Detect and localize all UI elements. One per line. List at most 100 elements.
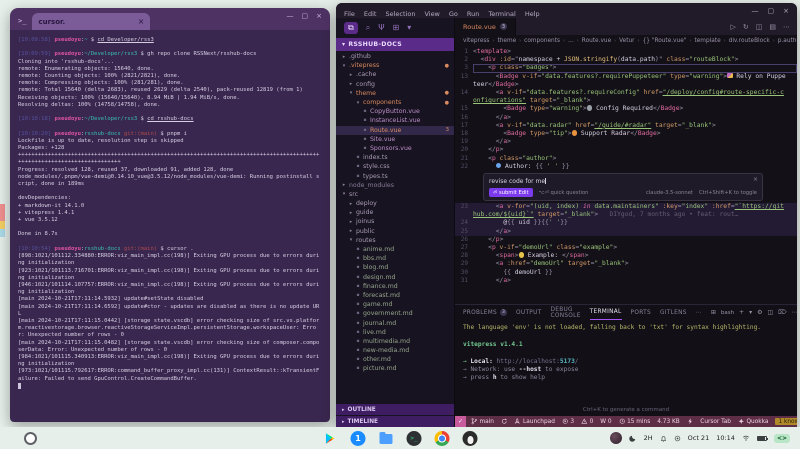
code-line[interactable]: 26 </p> bbox=[455, 236, 797, 244]
tree-item-.github[interactable]: ▸.github bbox=[336, 52, 454, 61]
vscode-shelf-badge[interactable]: <> bbox=[774, 434, 790, 443]
breadcrumb-item[interactable]: Vetur bbox=[619, 38, 634, 44]
tree-item-live.md[interactable]: ▪live.md bbox=[336, 328, 454, 337]
tree-item-finance.md[interactable]: ▪finance.md bbox=[336, 282, 454, 291]
run-icon[interactable]: ▷ bbox=[730, 23, 735, 31]
status-item-sync[interactable] bbox=[501, 418, 508, 425]
app-linux-penguin-icon[interactable] bbox=[463, 431, 478, 446]
new-terminal-icon[interactable]: + bbox=[739, 309, 744, 316]
tree-item-CopyButton.vue[interactable]: ▪CopyButton.vue bbox=[336, 107, 454, 116]
code-line[interactable]: 19 </a> bbox=[455, 138, 797, 146]
breadcrumb-item[interactable]: components bbox=[524, 38, 560, 44]
integrated-terminal[interactable]: The language 'env' is not loaded, fallin… bbox=[455, 320, 797, 405]
panel-tab-output[interactable]: OUTPUT bbox=[516, 305, 541, 320]
breadcrumb-item[interactable]: theme bbox=[497, 38, 516, 44]
code-line[interactable]: 29 <a :href="demoUrl" target="_blank"> bbox=[455, 260, 797, 268]
tree-item-Site.vue[interactable]: ▪Site.vue bbox=[336, 135, 454, 144]
code-line[interactable]: 20 </p> bbox=[455, 146, 797, 154]
app-play-store-icon[interactable] bbox=[323, 431, 338, 446]
terminal-titlebar[interactable]: >_ cursor. × —▢× bbox=[10, 8, 330, 30]
panel-tab-⋯[interactable]: ⋯ bbox=[696, 305, 702, 320]
tree-item-components[interactable]: ▾components● bbox=[336, 98, 454, 107]
tree-item-government.md[interactable]: ▪government.md bbox=[336, 309, 454, 318]
close-icon[interactable]: × bbox=[783, 7, 789, 15]
terminal-tab-close-icon[interactable]: × bbox=[138, 17, 145, 26]
more-actions-icon[interactable]: ⋯ bbox=[783, 23, 790, 31]
tree-item-types.ts[interactable]: ▪types.ts bbox=[336, 171, 454, 180]
code-line[interactable]: 17 <a v-if="data.radar" href="/guide/#ra… bbox=[455, 122, 797, 130]
section-timeline[interactable]: ▸TIMELINE bbox=[336, 416, 454, 427]
tree-item-theme[interactable]: ▾theme● bbox=[336, 89, 454, 98]
minimize-icon[interactable]: — bbox=[752, 7, 759, 15]
tree-item-other.md[interactable]: ▪other.md bbox=[336, 355, 454, 364]
inline-ai-chat-widget[interactable]: ×revise code for me⏎ submit Edit⌥⏎ quick… bbox=[483, 173, 763, 201]
close-icon[interactable]: × bbox=[316, 12, 322, 20]
chevron-down-icon[interactable]: ▾ bbox=[407, 24, 411, 32]
tree-item-Route.vue[interactable]: ▪Route.vue3 bbox=[336, 126, 454, 135]
status-item-cursor-tab[interactable]: Cursor Tab bbox=[700, 419, 731, 425]
code-line[interactable]: 3 <p class="badges"> bbox=[455, 64, 797, 72]
layout-icon[interactable]: ▤ bbox=[769, 23, 776, 31]
minimize-icon[interactable]: — bbox=[287, 12, 294, 20]
menu-terminal[interactable]: Terminal bbox=[488, 10, 515, 18]
status-item-0[interactable]: 0 bbox=[581, 418, 593, 425]
status-item-3[interactable]: 3 bbox=[562, 418, 574, 425]
ai-chat-input[interactable]: revise code for me bbox=[489, 177, 757, 188]
menu-help[interactable]: Help bbox=[525, 10, 540, 18]
code-line[interactable]: 18 <Badge type="tip"> Support Radar</Bad… bbox=[455, 130, 797, 138]
panel-tab-terminal[interactable]: TERMINAL bbox=[590, 305, 622, 320]
submit-edit-button[interactable]: ⏎ submit Edit bbox=[489, 188, 533, 197]
tree-item-design.md[interactable]: ▪design.md bbox=[336, 273, 454, 282]
maximize-icon[interactable]: ▢ bbox=[768, 7, 775, 15]
explorer-project-header[interactable]: ▾ RSSHUB-DOCS bbox=[336, 38, 454, 51]
code-line[interactable]: 13 <Badge v-if="data.features?.requirePu… bbox=[455, 73, 797, 89]
tree-item-.vitepress[interactable]: ▾.vitepress● bbox=[336, 61, 454, 70]
menu-run[interactable]: Run bbox=[467, 10, 479, 18]
refresh-icon[interactable]: ↻ bbox=[743, 23, 749, 31]
code-line[interactable]: 24 @{{ uid }}{{' '}} bbox=[455, 219, 797, 227]
close-icon[interactable]: × bbox=[753, 176, 758, 183]
code-line[interactable]: 15 <Badge type="warning"> Config Require… bbox=[455, 105, 797, 113]
tree-item-style.css[interactable]: ▪style.css bbox=[336, 162, 454, 171]
tree-item-joinus[interactable]: ▸joinus bbox=[336, 217, 454, 226]
tree-item-game.md[interactable]: ▪game.md bbox=[336, 300, 454, 309]
kill-terminal-icon[interactable]: ⌦ bbox=[778, 309, 786, 316]
status-item-launchpad[interactable]: Launchpad bbox=[514, 418, 554, 425]
tree-item-journal.md[interactable]: ▪journal.md bbox=[336, 318, 454, 327]
code-line[interactable]: 2 <div :id="namespace + JSON.stringify(d… bbox=[455, 56, 797, 64]
code-line[interactable]: 16 </a> bbox=[455, 114, 797, 122]
section-outline[interactable]: ▸OUTLINE bbox=[336, 404, 454, 415]
app-files-icon[interactable] bbox=[379, 431, 394, 446]
tree-item-blog.md[interactable]: ▪blog.md bbox=[336, 263, 454, 272]
status-item-w-0[interactable]: W 0 bbox=[600, 419, 611, 425]
tree-item-node_modules[interactable]: ▸node_modules bbox=[336, 181, 454, 190]
code-line[interactable]: 28 <span> Example: </span> bbox=[455, 252, 797, 260]
breadcrumb-item[interactable]: {} "Route.vue" bbox=[643, 38, 687, 44]
tree-item-src[interactable]: ▾src bbox=[336, 190, 454, 199]
app-terminal-icon[interactable]: >_ bbox=[407, 431, 422, 446]
tree-item-public[interactable]: ▸public bbox=[336, 227, 454, 236]
code-line[interactable]: 30 {{ demoUrl }} bbox=[455, 269, 797, 277]
code-line[interactable]: 25 </a> bbox=[455, 228, 797, 236]
remote-indicator[interactable]: ✓ bbox=[455, 416, 466, 427]
code-line[interactable]: 14 <a v-if="data.features?.requireConfig… bbox=[455, 89, 797, 105]
code-editor[interactable]: 1<template>2 <div :id="namespace + JSON.… bbox=[455, 46, 797, 304]
tree-item-index.ts[interactable]: ▪index.ts bbox=[336, 153, 454, 162]
settings-icon[interactable]: ⚙ bbox=[757, 309, 762, 316]
terminal-output[interactable]: [10:09:58] pseudoyu:~ $ cd Developer/rss… bbox=[10, 30, 330, 422]
split-editor-icon[interactable]: ◫ bbox=[756, 23, 763, 31]
breadcrumb[interactable]: vitepress›theme›components›…›Route.vue›V… bbox=[455, 35, 797, 46]
menu-go[interactable]: Go bbox=[449, 10, 458, 18]
tree-item-deploy[interactable]: ▸deploy bbox=[336, 199, 454, 208]
menu-file[interactable]: File bbox=[344, 10, 355, 18]
status-item-main[interactable]: main bbox=[471, 418, 494, 425]
system-tray[interactable]: 2H Oct 21 10:14 <> bbox=[610, 432, 800, 444]
maximize-icon[interactable]: ▢ bbox=[302, 12, 309, 20]
terminal-window-controls[interactable]: — ▢ × bbox=[287, 12, 323, 20]
panel-tab-debug-console[interactable]: DEBUG CONSOLE bbox=[550, 305, 580, 320]
code-line[interactable]: 1<template> bbox=[455, 48, 797, 56]
search-icon[interactable]: ⌕ bbox=[366, 24, 370, 32]
status-item-1-known-issue[interactable]: 1 known issue bbox=[775, 418, 797, 425]
split-terminal-icon[interactable]: ◫ bbox=[768, 309, 774, 316]
app-chrome-icon[interactable] bbox=[435, 431, 450, 446]
